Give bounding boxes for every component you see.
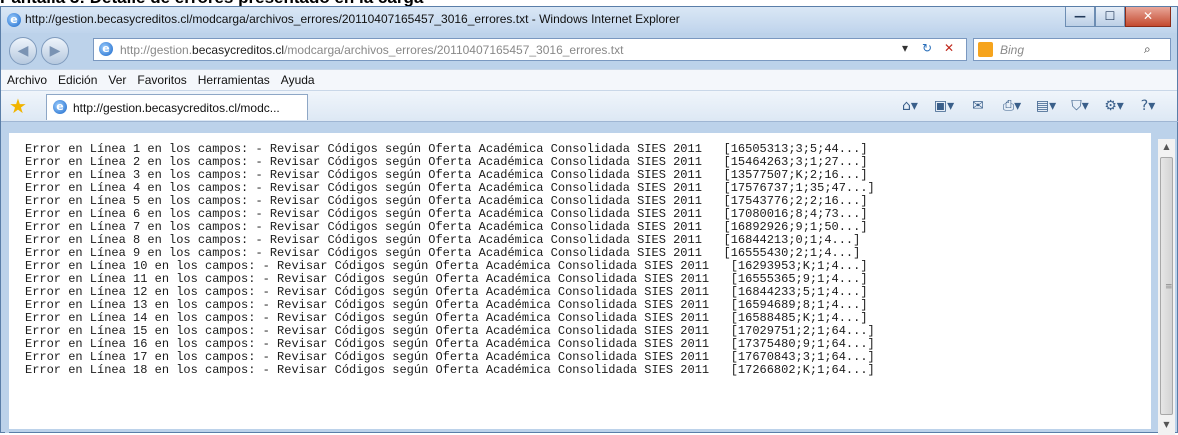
forward-button[interactable]: ▶: [41, 37, 69, 65]
scrollbar-thumb[interactable]: ≡: [1160, 157, 1173, 415]
menu-herramientas[interactable]: Herramientas: [192, 70, 275, 87]
scroll-up-arrow-icon[interactable]: ▲: [1158, 139, 1175, 155]
navigation-bar: ◀ ▶ e http://gestion.becasycreditos.cl/m…: [1, 33, 1177, 69]
favorites-star-icon[interactable]: ★: [9, 94, 27, 118]
safety-icon[interactable]: ⛉▾: [1065, 96, 1095, 116]
error-line: Error en Línea 18 en los campos: - Revis…: [25, 363, 875, 377]
search-box[interactable]: Bing ⌕: [973, 38, 1171, 61]
menu-archivo[interactable]: Archivo: [1, 70, 52, 87]
bing-icon: [978, 42, 993, 57]
menu-ver[interactable]: Ver: [102, 70, 131, 87]
window-controls: — ☐ ✕: [1065, 7, 1171, 27]
vertical-scrollbar[interactable]: ▲ ≡ ▼: [1158, 139, 1175, 435]
menu-favoritos[interactable]: Favoritos: [131, 70, 191, 87]
url-domain: becasycreditos.cl: [192, 43, 285, 57]
refresh-icon[interactable]: ↻: [922, 41, 932, 55]
page-favicon-icon: e: [99, 42, 113, 56]
tab-current-page[interactable]: e http://gestion.becasycreditos.cl/modc.…: [46, 94, 308, 120]
minimize-button[interactable]: —: [1065, 7, 1095, 27]
favorites-bar: ★ e http://gestion.becasycreditos.cl/mod…: [1, 91, 1177, 121]
tools-icon[interactable]: ⚙▾: [1099, 96, 1129, 116]
magnifier-icon[interactable]: ⌕: [1144, 42, 1151, 57]
menu-ayuda[interactable]: Ayuda: [275, 70, 320, 87]
address-url[interactable]: http://gestion.becasycreditos.cl/modcarg…: [120, 43, 623, 57]
mail-icon[interactable]: ✉: [963, 96, 993, 116]
menu-edicion[interactable]: Edición: [52, 70, 102, 87]
address-dropdown-icon[interactable]: ▾: [902, 41, 908, 55]
close-window-button[interactable]: ✕: [1125, 7, 1171, 27]
tab-favicon-icon: e: [53, 100, 67, 114]
search-placeholder: Bing: [1000, 43, 1025, 57]
tab-label: http://gestion.becasycreditos.cl/modc...: [73, 101, 280, 115]
browser-window: e http://gestion.becasycreditos.cl/modca…: [0, 6, 1178, 435]
print-icon[interactable]: ⎙▾: [997, 96, 1027, 116]
title-bar[interactable]: e http://gestion.becasycreditos.cl/modca…: [1, 7, 1177, 33]
page-icon[interactable]: ▤▾: [1031, 96, 1061, 116]
feeds-icon[interactable]: ▣▾: [929, 96, 959, 116]
back-button[interactable]: ◀: [9, 37, 37, 65]
address-bar[interactable]: e http://gestion.becasycreditos.cl/modca…: [93, 38, 967, 61]
menu-bar: Archivo Edición Ver Favoritos Herramientas Ay…: [1, 69, 1177, 91]
ie-logo-icon: e: [7, 13, 21, 27]
help-icon[interactable]: ?▾: [1133, 96, 1163, 116]
text-document: Error en Línea 1 en los campos: - Revisa…: [9, 133, 1151, 429]
maximize-button[interactable]: ☐: [1095, 7, 1125, 27]
url-prefix: http://gestion.: [120, 43, 193, 57]
scroll-down-arrow-icon[interactable]: ▼: [1158, 417, 1175, 433]
window-title: http://gestion.becasycreditos.cl/modcarg…: [25, 12, 680, 26]
command-bar: ⌂▾ ▣▾ ✉ ⎙▾ ▤▾ ⛉▾ ⚙▾ ?▾: [895, 96, 1163, 116]
stop-icon[interactable]: ✕: [944, 41, 954, 55]
content-divider: [1, 121, 1178, 122]
url-path: /modcarga/archivos_errores/2011040716545…: [284, 43, 624, 57]
scroll-grip-icon: ≡: [1165, 282, 1173, 292]
home-icon[interactable]: ⌂▾: [895, 96, 925, 116]
